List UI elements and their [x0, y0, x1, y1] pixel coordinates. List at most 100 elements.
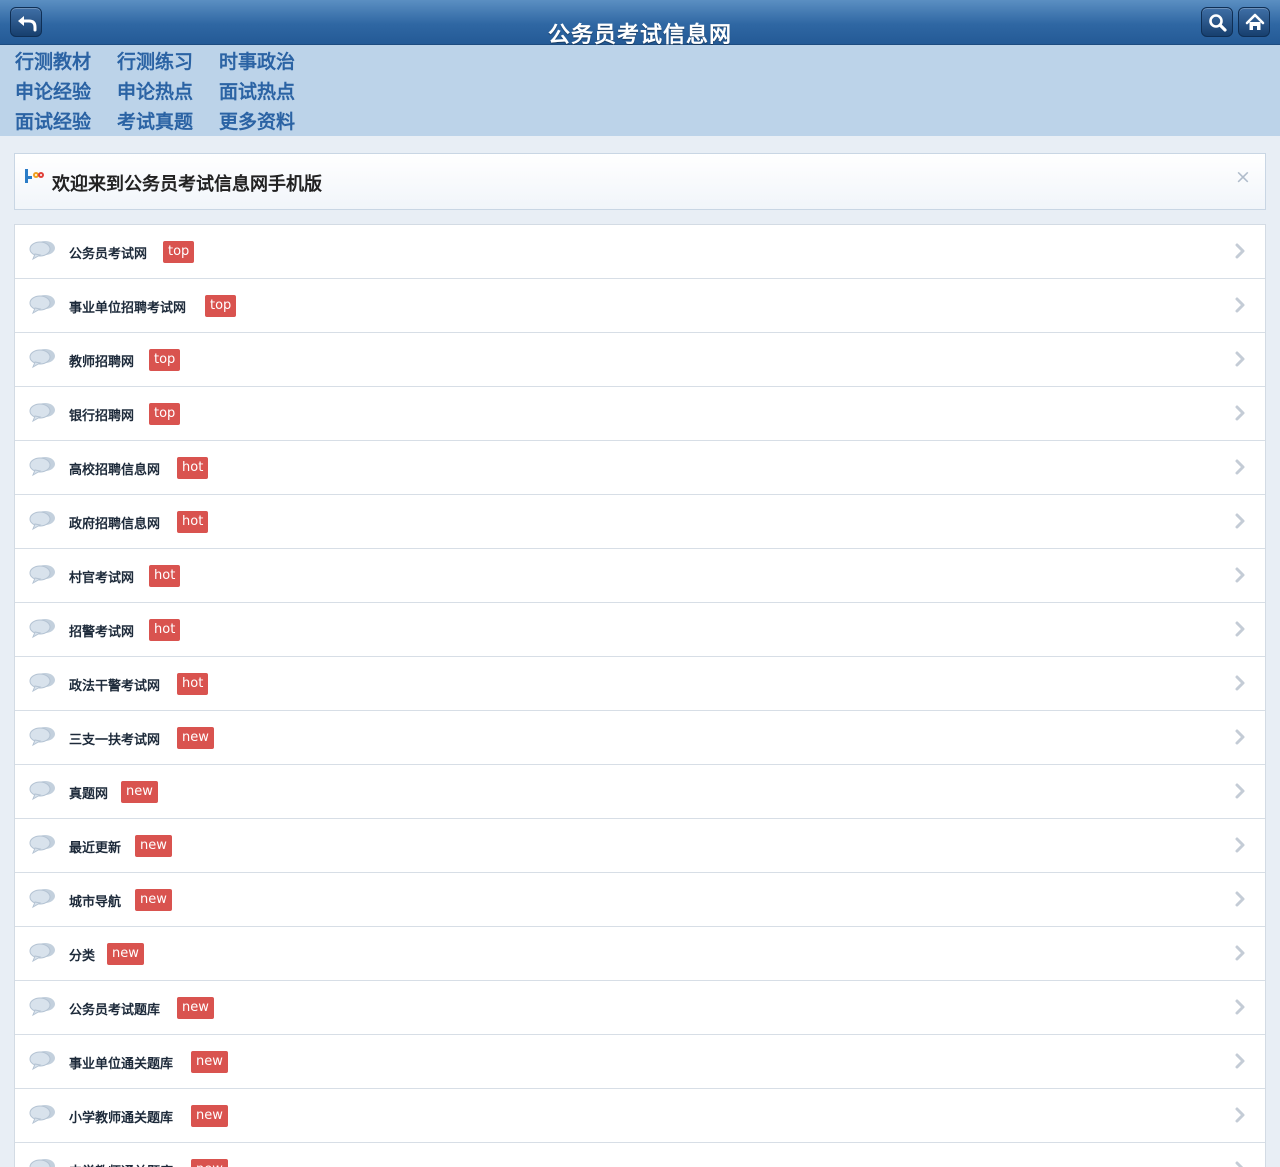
- chat-bubbles-icon: [29, 1051, 55, 1071]
- home-icon: [1245, 13, 1265, 30]
- list-item[interactable]: 三支一扶考试网 new: [15, 711, 1265, 765]
- list-item-label: 真题网: [69, 787, 109, 802]
- list-item-label: 三支一扶考试网: [69, 733, 161, 748]
- status-badge: top: [149, 403, 181, 425]
- list-item[interactable]: 分类 new: [15, 927, 1265, 981]
- list-item[interactable]: 教师招聘网 top: [15, 333, 1265, 387]
- chat-bubbles-icon: [29, 511, 55, 531]
- list-item-label: 公务员考试网: [69, 247, 148, 262]
- status-badge: hot: [177, 511, 209, 533]
- chevron-right-icon: [1235, 1053, 1245, 1069]
- list-item-label: 最近更新: [69, 841, 122, 856]
- list-item-label: 公务员考试题库: [69, 1003, 161, 1018]
- status-badge: new: [135, 889, 172, 911]
- chevron-right-icon: [1235, 621, 1245, 637]
- chat-bubbles-icon: [29, 619, 55, 639]
- chevron-right-icon: [1235, 297, 1245, 313]
- status-badge: hot: [149, 619, 181, 641]
- chat-bubbles-icon: [29, 835, 55, 855]
- site-list: 公务员考试网 top 事业单位招聘考试网 top 教师招聘网 top 银行招聘网 top 高校招…: [14, 224, 1266, 1167]
- nav-link-xingce-textbook[interactable]: 行测教材: [15, 49, 91, 75]
- list-item[interactable]: 银行招聘网 top: [15, 387, 1265, 441]
- list-item-label: 银行招聘网: [69, 409, 135, 424]
- list-item-label: 事业单位招聘考试网: [69, 301, 187, 316]
- list-item[interactable]: 村官考试网 hot: [15, 549, 1265, 603]
- welcome-text: 欢迎来到公务员考试信息网手机版: [52, 174, 322, 195]
- list-item-label: 政府招聘信息网: [69, 517, 161, 532]
- list-item[interactable]: 高校招聘信息网 hot: [15, 441, 1265, 495]
- chat-bubbles-icon: [29, 349, 55, 369]
- chevron-right-icon: [1235, 783, 1245, 799]
- list-item[interactable]: 真题网 new: [15, 765, 1265, 819]
- nav-link-more-materials[interactable]: 更多资料: [219, 109, 295, 135]
- list-item[interactable]: 公务员考试题库 new: [15, 981, 1265, 1035]
- chat-bubbles-icon: [29, 295, 55, 315]
- nav-link-xingce-practice[interactable]: 行测练习: [117, 49, 193, 75]
- chat-bubbles-icon: [29, 565, 55, 585]
- status-badge: new: [191, 1105, 228, 1127]
- list-item-label: 村官考试网: [69, 571, 135, 586]
- search-icon: [1209, 14, 1227, 32]
- category-nav: 行测教材 行测练习 时事政治 申论经验 申论热点 面试热点 面试经验 考试真题 …: [0, 45, 1280, 136]
- chat-bubbles-icon: [29, 781, 55, 801]
- chat-bubbles-icon: [29, 997, 55, 1017]
- list-item-label: 分类: [69, 949, 96, 964]
- chat-bubbles-icon: [29, 673, 55, 693]
- chevron-right-icon: [1235, 945, 1245, 961]
- chat-bubbles-icon: [29, 403, 55, 423]
- list-item[interactable]: 公务员考试网 top: [15, 225, 1265, 279]
- chevron-right-icon: [1235, 351, 1245, 367]
- status-badge: new: [135, 835, 172, 857]
- chevron-right-icon: [1235, 567, 1245, 583]
- chevron-right-icon: [1235, 891, 1245, 907]
- chevron-right-icon: [1235, 837, 1245, 853]
- nav-link-shenlun-experience[interactable]: 申论经验: [15, 79, 91, 105]
- chevron-right-icon: [1235, 1161, 1244, 1167]
- list-item[interactable]: 事业单位招聘考试网 top: [15, 279, 1265, 333]
- status-badge: new: [107, 943, 144, 965]
- list-item[interactable]: 事业单位通关题库 new: [15, 1035, 1265, 1089]
- status-badge: top: [149, 349, 181, 371]
- nav-link-shenlun-hot[interactable]: 申论热点: [117, 79, 193, 105]
- nav-link-past-exams[interactable]: 考试真题: [117, 109, 193, 135]
- search-button[interactable]: [1201, 7, 1233, 37]
- status-badge: hot: [149, 565, 181, 587]
- status-badge: new: [177, 997, 214, 1019]
- chat-bubbles-icon: [29, 943, 55, 963]
- chat-bubbles-icon: [29, 457, 55, 477]
- top-header-bar: 公务员考试信息网: [0, 0, 1280, 48]
- list-item[interactable]: 城市导航 new: [15, 873, 1265, 927]
- home-button[interactable]: [1238, 7, 1270, 37]
- close-icon[interactable]: ×: [1234, 166, 1252, 188]
- site-logo-icon: [25, 169, 44, 183]
- status-badge: top: [163, 241, 195, 263]
- nav-link-interview-experience[interactable]: 面试经验: [15, 109, 91, 135]
- chevron-right-icon: [1235, 243, 1245, 259]
- list-item-label: 中学教师通关题库: [69, 1161, 173, 1167]
- status-badge: hot: [177, 673, 209, 695]
- chat-bubbles-icon: [29, 1105, 55, 1125]
- list-item[interactable]: 招警考试网 hot: [15, 603, 1265, 657]
- list-item[interactable]: 中学教师通关题库 new: [15, 1143, 1265, 1167]
- list-item-label: 事业单位通关题库: [69, 1057, 174, 1072]
- list-item[interactable]: 小学教师通关题库 new: [15, 1089, 1265, 1143]
- list-item[interactable]: 最近更新 new: [15, 819, 1265, 873]
- list-item[interactable]: 政法干警考试网 hot: [15, 657, 1265, 711]
- list-item-label: 城市导航: [69, 895, 122, 910]
- status-badge: hot: [177, 457, 209, 479]
- nav-link-current-affairs[interactable]: 时事政治: [219, 49, 295, 75]
- chevron-right-icon: [1235, 1107, 1245, 1123]
- chat-bubbles-icon: [29, 1159, 55, 1167]
- chevron-right-icon: [1235, 999, 1245, 1015]
- list-item-label: 教师招聘网: [69, 355, 135, 370]
- chevron-right-icon: [1235, 729, 1245, 745]
- status-badge: new: [191, 1051, 228, 1073]
- list-item-label: 小学教师通关题库: [69, 1111, 174, 1126]
- chevron-right-icon: [1235, 459, 1245, 475]
- chat-bubbles-icon: [29, 241, 55, 261]
- list-item[interactable]: 政府招聘信息网 hot: [15, 495, 1265, 549]
- status-badge: new: [121, 781, 158, 803]
- chevron-right-icon: [1235, 513, 1245, 529]
- chat-bubbles-icon: [29, 727, 55, 747]
- nav-link-interview-hot[interactable]: 面试热点: [219, 79, 295, 105]
